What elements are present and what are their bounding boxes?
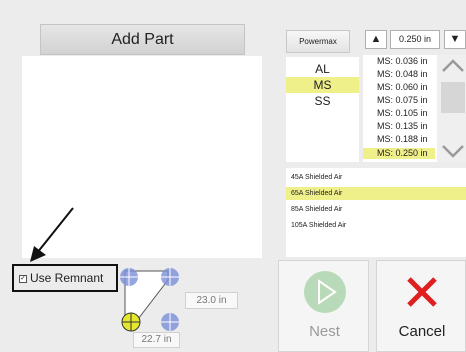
cancel-button[interactable]: Cancel bbox=[376, 260, 466, 352]
thickness-item[interactable]: MS: 0.105 in bbox=[363, 108, 435, 119]
material-item-ms[interactable]: MS bbox=[286, 77, 359, 93]
chevron-down-icon[interactable] bbox=[441, 143, 465, 159]
process-item-selected[interactable]: 65A Shielded Air bbox=[286, 187, 466, 200]
scrollbar-thumb[interactable] bbox=[441, 82, 465, 113]
nest-button[interactable]: Nest bbox=[278, 260, 369, 352]
use-remnant-label: Use Remnant bbox=[30, 271, 104, 285]
powermax-sync-button[interactable]: Powermax SYNC bbox=[286, 30, 350, 67]
cancel-label: Cancel bbox=[398, 323, 446, 340]
process-item[interactable]: 45A Shielded Air bbox=[286, 171, 466, 184]
thickness-item[interactable]: MS: 0.135 in bbox=[363, 121, 435, 132]
material-list: AL MS SS bbox=[286, 57, 359, 162]
process-item[interactable]: 105A Shielded Air bbox=[286, 219, 466, 232]
nest-label: Nest bbox=[309, 323, 340, 340]
play-icon bbox=[304, 271, 346, 313]
checkbox-icon[interactable]: ✓ bbox=[19, 274, 27, 283]
thickness-item[interactable]: MS: 0.188 in bbox=[363, 134, 435, 145]
remnant-width-field[interactable]: 23.0 in bbox=[185, 292, 238, 309]
thickness-item[interactable]: MS: 0.060 in bbox=[363, 82, 435, 93]
chevron-up-icon[interactable] bbox=[441, 58, 465, 74]
thickness-item[interactable]: MS: 0.036 in bbox=[363, 56, 435, 67]
thickness-value-field: 0.250 in bbox=[390, 30, 440, 49]
thickness-item[interactable]: MS: 0.075 in bbox=[363, 95, 435, 106]
close-icon bbox=[407, 277, 437, 307]
add-part-button[interactable]: Add Part bbox=[40, 24, 245, 55]
pointer-arrow bbox=[30, 207, 74, 262]
thickness-up-button[interactable]: ▲ bbox=[365, 30, 387, 49]
triangle-down-icon: ▼ bbox=[449, 33, 461, 45]
process-list: 45A Shielded Air 65A Shielded Air 85A Sh… bbox=[286, 168, 466, 257]
remnant-diagram bbox=[120, 268, 179, 332]
material-item-ss[interactable]: SS bbox=[286, 93, 359, 109]
use-remnant-checkbox[interactable]: ✓ Use Remnant bbox=[12, 264, 118, 292]
thickness-item-selected[interactable]: MS: 0.250 in bbox=[363, 148, 435, 159]
triangle-up-icon: ▲ bbox=[370, 33, 382, 45]
material-item-al[interactable]: AL bbox=[286, 61, 359, 77]
process-item[interactable]: 85A Shielded Air bbox=[286, 203, 466, 216]
thickness-item[interactable]: MS: 0.048 in bbox=[363, 69, 435, 80]
thickness-down-button[interactable]: ▼ bbox=[444, 30, 466, 49]
remnant-height-field[interactable]: 22.7 in bbox=[133, 332, 180, 348]
thickness-list: MS: 0.036 in MS: 0.048 in MS: 0.060 in M… bbox=[363, 55, 466, 162]
